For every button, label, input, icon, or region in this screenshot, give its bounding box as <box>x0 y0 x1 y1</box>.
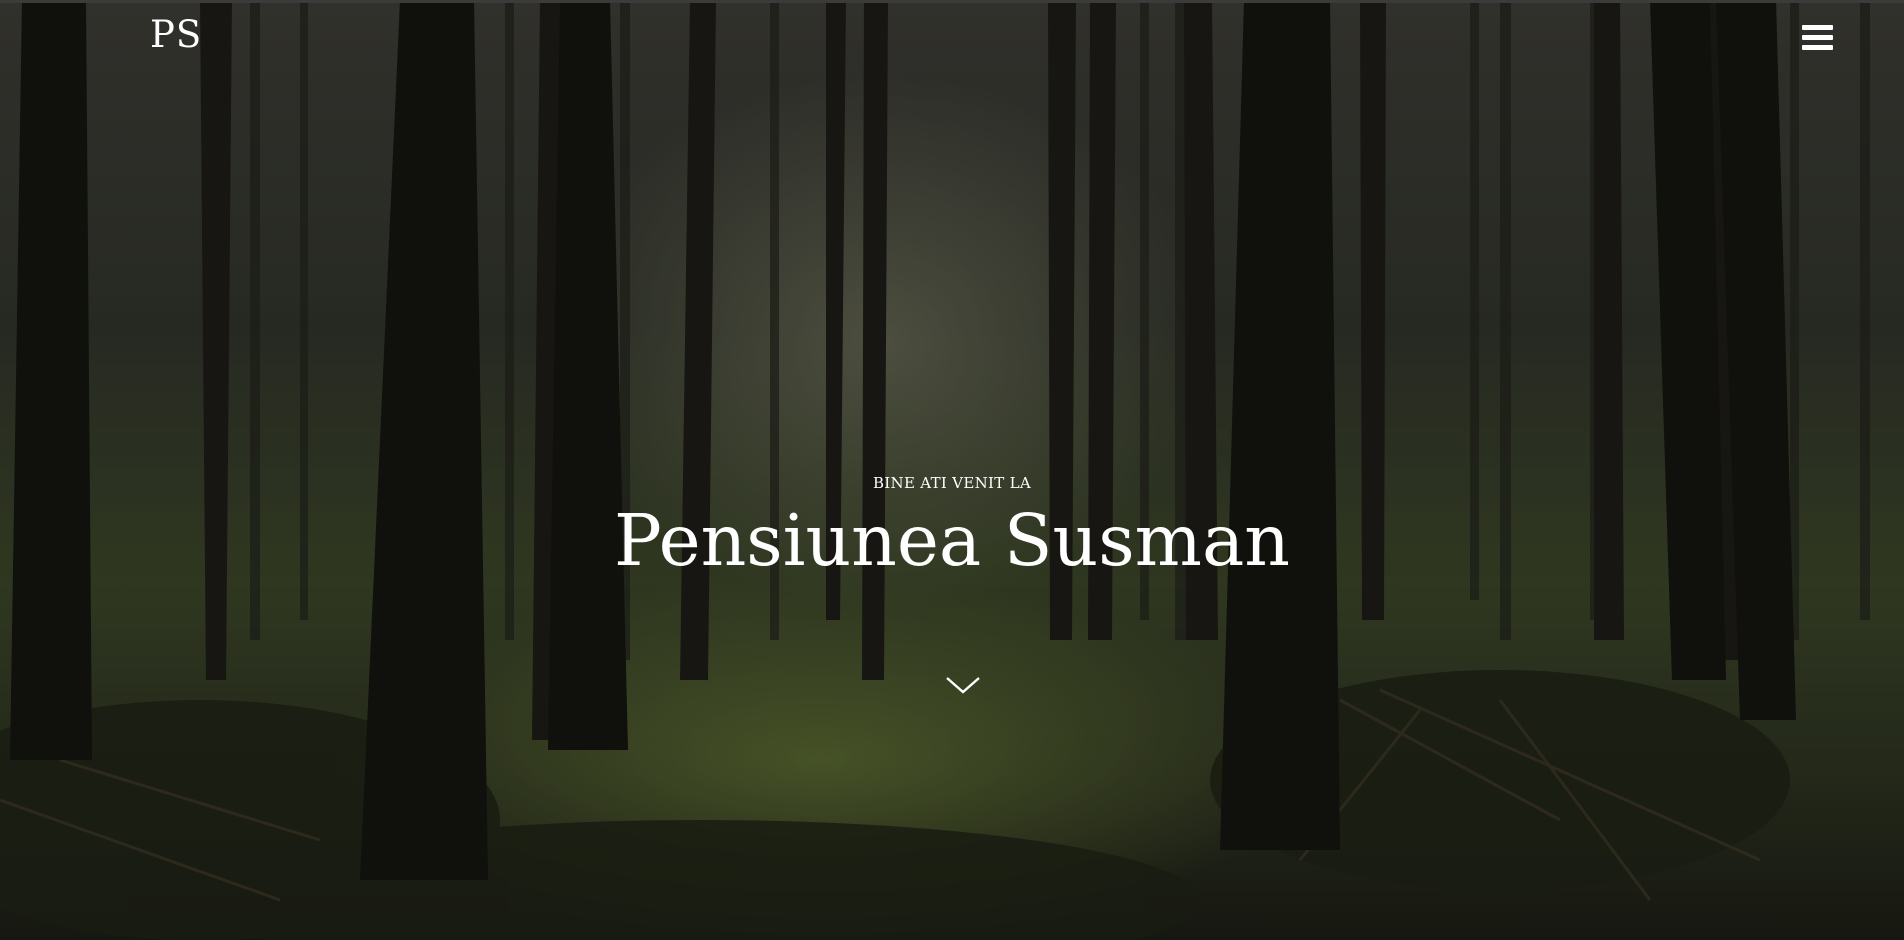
menu-line <box>1802 35 1833 40</box>
hero-subtitle: BINE ATI VENIT LA <box>872 474 1031 492</box>
site-logo[interactable]: PS <box>150 16 202 53</box>
chevron-down-icon[interactable] <box>944 672 982 698</box>
top-border-bar <box>0 0 1904 3</box>
hamburger-menu-icon[interactable] <box>1802 22 1833 53</box>
hero-title: Pensiunea Susman <box>613 499 1291 582</box>
menu-line <box>1802 45 1833 50</box>
menu-line <box>1802 25 1833 30</box>
forest-background-image <box>0 0 1904 940</box>
hero-section: PS BINE ATI VENIT LA Pensiunea Susman <box>0 0 1904 940</box>
